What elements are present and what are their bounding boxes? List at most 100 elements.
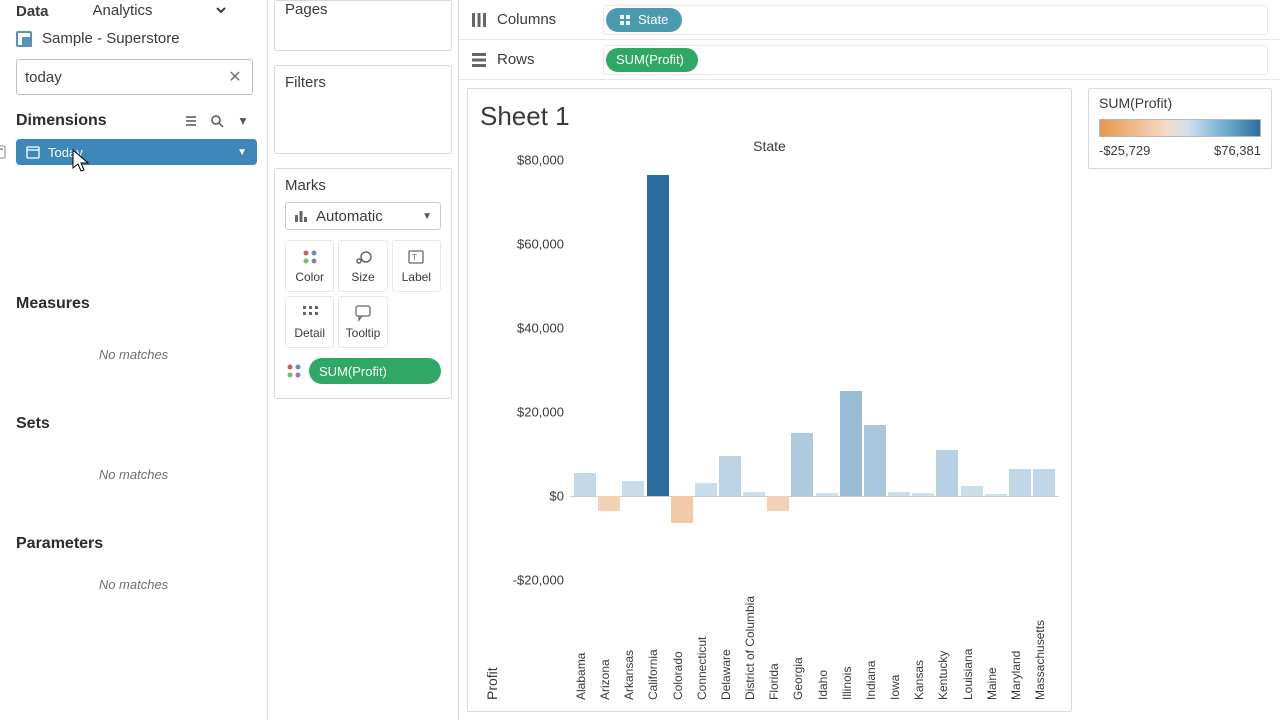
bar[interactable] (864, 425, 886, 496)
bar-column[interactable] (767, 160, 789, 578)
bar[interactable] (1033, 469, 1055, 496)
tab-analytics-select[interactable]: Analytics (89, 1, 229, 20)
svg-text:T: T (412, 253, 417, 262)
y-tick: $60,000 (504, 237, 570, 252)
bar-column[interactable] (743, 160, 765, 578)
bar[interactable] (767, 496, 789, 511)
marks-color-button[interactable]: Color (285, 240, 334, 292)
bar-column[interactable] (985, 160, 1007, 578)
x-label: Georgia (791, 580, 813, 700)
legend-column: SUM(Profit) -$25,729 $76,381 (1080, 80, 1280, 720)
tab-data[interactable]: Data (16, 3, 49, 20)
bar-chart: Profit -$20,000$0$20,000$40,000$60,000$8… (480, 160, 1059, 700)
marks-tooltip-button[interactable]: Tooltip (338, 296, 387, 348)
marks-color-pill[interactable]: SUM(Profit) (309, 358, 441, 384)
color-encoding-icon[interactable] (285, 362, 303, 380)
columns-pill-state[interactable]: State (606, 8, 682, 32)
rows-pill-profit[interactable]: SUM(Profit) (606, 48, 698, 72)
bar-column[interactable] (622, 160, 644, 578)
bar-column[interactable] (646, 160, 668, 578)
measures-no-matches: No matches (0, 319, 267, 390)
bar[interactable] (598, 496, 620, 511)
bar[interactable] (695, 483, 717, 496)
search-clear-icon[interactable]: ✕ (225, 67, 245, 87)
x-label: Colorado (671, 580, 693, 700)
dimensions-label: Dimensions (16, 112, 107, 130)
columns-shelf-label: Columns (497, 11, 556, 28)
bar[interactable] (622, 481, 644, 496)
bar-column[interactable] (816, 160, 838, 578)
bar-column[interactable] (912, 160, 934, 578)
dimensions-header: Dimensions ▾ (0, 103, 267, 137)
x-axis-labels: AlabamaArizonaArkansasCaliforniaColorado… (570, 578, 1059, 700)
color-legend[interactable]: SUM(Profit) -$25,729 $76,381 (1088, 88, 1272, 169)
legend-gradient (1099, 119, 1261, 137)
pill-caret-icon[interactable]: ▼ (237, 147, 247, 158)
pages-shelf[interactable]: Pages (274, 0, 452, 51)
bar[interactable] (719, 456, 741, 496)
datasource-icon (16, 31, 32, 47)
bar[interactable] (936, 450, 958, 496)
bar[interactable] (743, 492, 765, 496)
columns-shelf[interactable]: Columns State (459, 0, 1280, 40)
bar[interactable] (791, 433, 813, 496)
field-search: ✕ (16, 59, 253, 95)
bar-column[interactable] (1033, 160, 1055, 578)
bar-column[interactable] (598, 160, 620, 578)
dimension-pill-today[interactable]: Today ▼ (16, 139, 257, 165)
bar-column[interactable] (936, 160, 958, 578)
label-icon: T (407, 248, 425, 266)
view-list-icon[interactable] (181, 111, 201, 131)
sheet-title[interactable]: Sheet 1 (480, 101, 1059, 132)
datasource-row[interactable]: Sample - Superstore (0, 20, 267, 57)
cards-column: Pages Filters Marks Automatic ▼ Color Si… (268, 0, 458, 720)
bar[interactable] (961, 486, 983, 497)
mark-type-dropdown[interactable]: Automatic ▼ (285, 202, 441, 230)
bar-mark-icon (294, 209, 308, 223)
bar[interactable] (840, 391, 862, 496)
find-field-icon[interactable] (207, 111, 227, 131)
bar-column[interactable] (864, 160, 886, 578)
bar-column[interactable] (961, 160, 983, 578)
x-label: Kentucky (936, 580, 958, 700)
bar-column[interactable] (791, 160, 813, 578)
marks-color-pill-row: SUM(Profit) (285, 358, 441, 384)
bar[interactable] (1009, 469, 1031, 496)
bar-column[interactable] (695, 160, 717, 578)
marks-size-button[interactable]: Size (338, 240, 387, 292)
bar-column[interactable] (1009, 160, 1031, 578)
marks-detail-button[interactable]: Detail (285, 296, 334, 348)
dimensions-menu-icon[interactable]: ▾ (233, 111, 253, 131)
bar[interactable] (816, 493, 838, 496)
bar-column[interactable] (840, 160, 862, 578)
x-label: Arizona (598, 580, 620, 700)
marks-color-label: Color (295, 270, 324, 284)
legend-max: $76,381 (1214, 143, 1261, 158)
rows-shelf[interactable]: Rows SUM(Profit) (459, 40, 1280, 80)
bar-column[interactable] (671, 160, 693, 578)
plot-area[interactable] (570, 160, 1059, 578)
bar[interactable] (671, 496, 693, 523)
bar-column[interactable] (574, 160, 596, 578)
bar-column[interactable] (719, 160, 741, 578)
bar-column[interactable] (888, 160, 910, 578)
worksheet-area: Columns State Rows SUM(Profit) Sheet 1 S… (458, 0, 1280, 720)
bar[interactable] (985, 494, 1007, 496)
x-label: California (646, 580, 668, 700)
y-tick: $20,000 (504, 405, 570, 420)
x-label: Maine (985, 580, 1007, 700)
x-label: Iowa (888, 580, 910, 700)
marks-label-label: Label (402, 270, 431, 284)
bar[interactable] (888, 492, 910, 496)
x-label: Delaware (719, 580, 741, 700)
bar[interactable] (647, 175, 669, 496)
bar[interactable] (912, 493, 934, 496)
marks-card: Marks Automatic ▼ Color Size T Label De (274, 168, 452, 399)
marks-label-button[interactable]: T Label (392, 240, 441, 292)
sets-label: Sets (16, 415, 50, 433)
search-input[interactable] (16, 59, 253, 95)
filters-shelf[interactable]: Filters (274, 65, 452, 154)
size-icon (354, 248, 372, 266)
bar[interactable] (574, 473, 596, 496)
measures-header: Measures (0, 287, 267, 319)
